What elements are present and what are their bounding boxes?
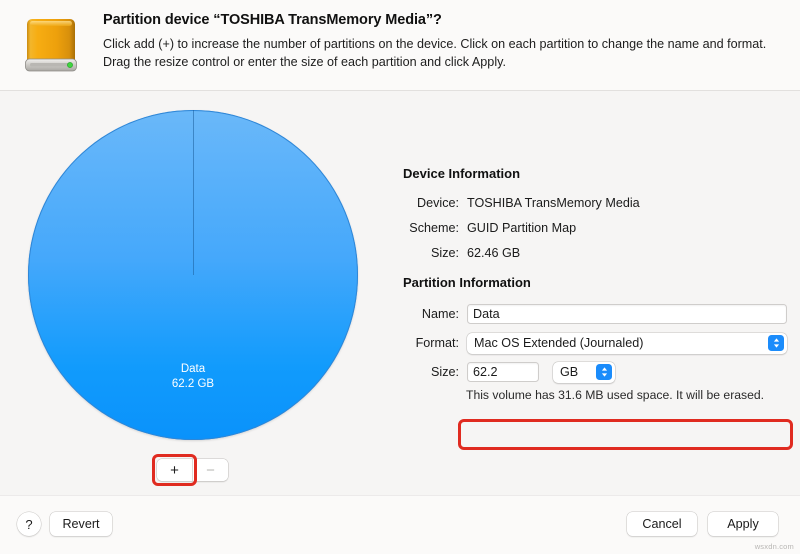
- partition-size-input[interactable]: 62.2: [467, 362, 539, 382]
- device-row: Device: TOSHIBA TransMemory Media: [395, 192, 800, 214]
- partition-add-remove-group[interactable]: + −: [157, 459, 228, 481]
- partition-name-row: Name: Data: [395, 303, 800, 325]
- dialog-footer: ? Revert Cancel Apply wsxdn.com: [0, 495, 800, 554]
- scheme-label: Scheme:: [409, 221, 459, 235]
- device-size-value: 62.46 GB: [467, 246, 521, 260]
- device-label: Device:: [417, 196, 459, 210]
- remove-partition-button: −: [192, 459, 228, 481]
- partition-format-row: Format: Mac OS Extended (Journaled): [395, 332, 800, 354]
- dialog-header: Partition device “TOSHIBA TransMemory Me…: [0, 0, 800, 90]
- watermark: wsxdn.com: [754, 542, 794, 551]
- partition-slice-data[interactable]: [28, 110, 358, 440]
- revert-button[interactable]: Revert: [50, 512, 112, 536]
- partition-main-area: Data 62.2 GB + − Device Information Devi…: [0, 91, 800, 495]
- partition-resize-control[interactable]: [192, 110, 194, 275]
- scheme-value: GUID Partition Map: [467, 221, 577, 235]
- header-text-block: Partition device “TOSHIBA TransMemory Me…: [103, 12, 788, 71]
- add-partition-button[interactable]: +: [157, 459, 192, 481]
- device-information-heading: Device Information: [403, 166, 521, 181]
- device-value: TOSHIBA TransMemory Media: [467, 196, 640, 210]
- info-panel: Device Information Device: TOSHIBA Trans…: [395, 91, 800, 495]
- volume-erase-note: This volume has 31.6 MB used space. It w…: [466, 388, 765, 402]
- dialog-title: Partition device “TOSHIBA TransMemory Me…: [103, 12, 442, 28]
- partition-name-input[interactable]: Data: [467, 304, 787, 324]
- external-hard-drive-icon: [25, 19, 77, 72]
- chevron-up-down-icon: [596, 364, 612, 380]
- device-size-label: Size:: [431, 246, 459, 260]
- scheme-row: Scheme: GUID Partition Map: [395, 217, 800, 239]
- partition-size-row: Size: 62.2 GB: [395, 361, 800, 383]
- apply-button[interactable]: Apply: [708, 512, 778, 536]
- cancel-button[interactable]: Cancel: [627, 512, 697, 536]
- chevron-up-down-icon: [768, 335, 784, 351]
- partition-size-label: Size:: [431, 365, 459, 379]
- partition-format-value: Mac OS Extended (Journaled): [474, 336, 644, 350]
- partition-name-label: Name:: [421, 307, 459, 321]
- help-button[interactable]: ?: [17, 512, 41, 536]
- partition-information-heading: Partition Information: [403, 275, 531, 290]
- partition-format-select[interactable]: Mac OS Extended (Journaled): [467, 332, 787, 354]
- partition-size-unit-value: GB: [560, 365, 579, 379]
- dialog-description: Click add (+) to increase the number of …: [103, 37, 767, 69]
- partition-format-label: Format:: [415, 336, 459, 350]
- partition-size-unit-select[interactable]: GB: [553, 361, 615, 383]
- partition-pie-chart[interactable]: Data 62.2 GB: [28, 110, 358, 440]
- device-size-row: Size: 62.46 GB: [395, 242, 800, 264]
